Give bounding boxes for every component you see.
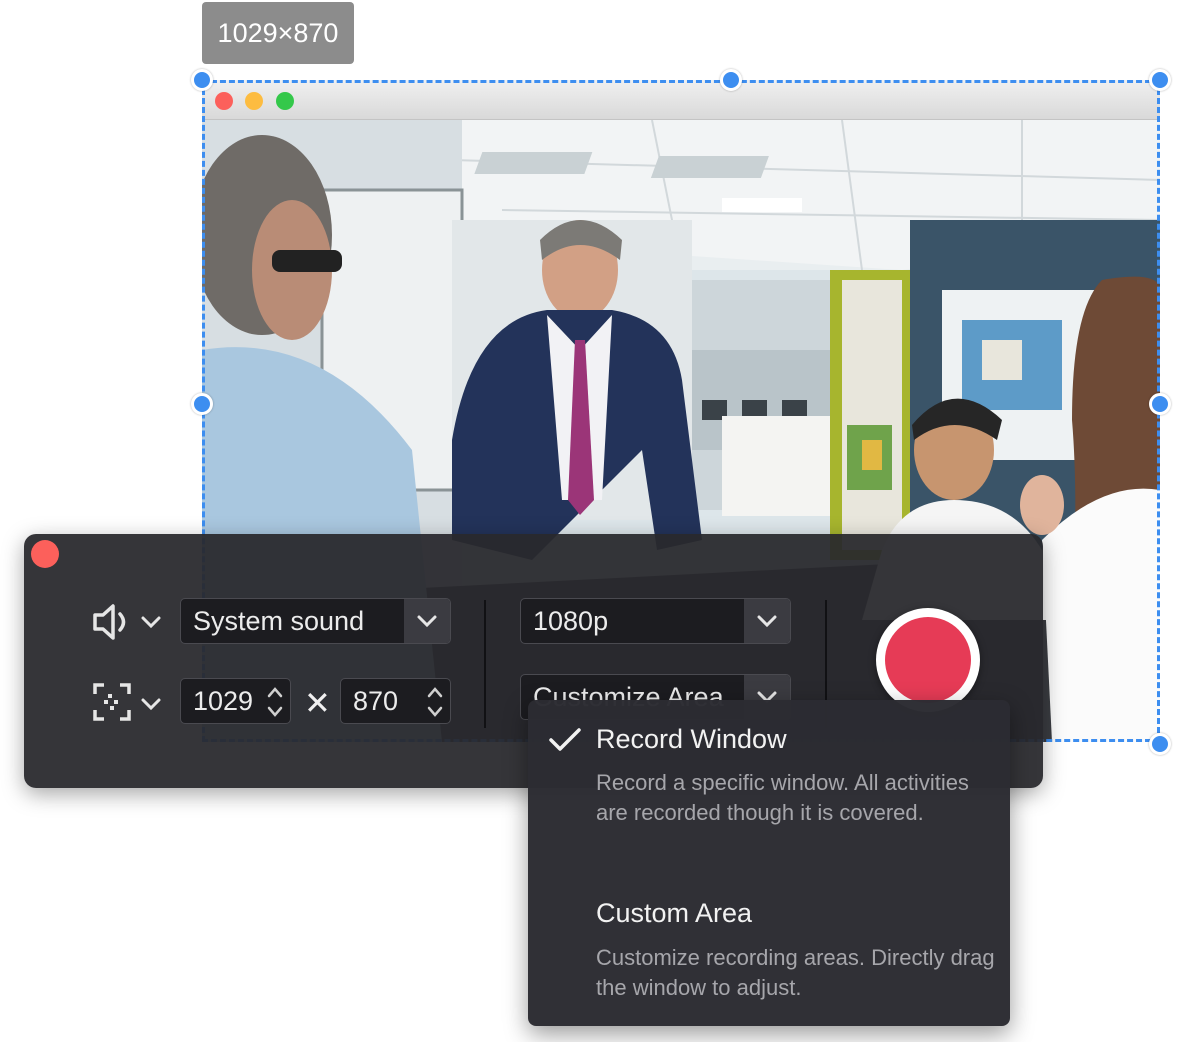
resize-handle-top[interactable] bbox=[720, 69, 742, 91]
resize-handle-left[interactable] bbox=[191, 393, 213, 415]
window-minimize-icon[interactable] bbox=[245, 92, 263, 110]
divider bbox=[484, 600, 486, 728]
menu-item-description: Record a specific window. All activities… bbox=[596, 770, 969, 825]
window-maximize-icon[interactable] bbox=[276, 92, 294, 110]
chevron-down-icon[interactable] bbox=[404, 599, 450, 643]
menu-item-description: Customize recording areas. Directly drag… bbox=[596, 945, 995, 1000]
height-field[interactable]: 870 bbox=[340, 678, 451, 724]
window-close-icon[interactable] bbox=[215, 92, 233, 110]
chevron-down-icon[interactable] bbox=[140, 696, 162, 717]
record-icon bbox=[885, 617, 971, 703]
height-value: 870 bbox=[353, 686, 399, 716]
checkmark-icon bbox=[548, 726, 582, 759]
window-titlebar bbox=[202, 80, 1160, 120]
chevron-down-icon[interactable] bbox=[744, 599, 790, 643]
width-field[interactable]: 1029 bbox=[180, 678, 291, 724]
dimension-times-symbol: ✕ bbox=[304, 685, 331, 721]
speaker-icon[interactable] bbox=[90, 600, 134, 649]
region-select-icon[interactable] bbox=[92, 682, 132, 727]
resize-handle-bottom-right[interactable] bbox=[1149, 733, 1171, 755]
resize-handle-top-left[interactable] bbox=[191, 69, 213, 91]
height-stepper-icon[interactable] bbox=[426, 683, 444, 728]
menu-item-record-window[interactable]: Record Window bbox=[596, 724, 787, 755]
audio-source-value: System sound bbox=[193, 606, 365, 636]
quality-value: 1080p bbox=[533, 606, 609, 636]
chevron-down-icon[interactable] bbox=[140, 614, 162, 635]
resize-handle-right[interactable] bbox=[1149, 393, 1171, 415]
size-label: 1029×870 bbox=[217, 17, 339, 48]
quality-select[interactable]: 1080p bbox=[520, 598, 791, 644]
audio-source-select[interactable]: System sound bbox=[180, 598, 451, 644]
resize-handle-top-right[interactable] bbox=[1149, 69, 1171, 91]
menu-item-custom-area[interactable]: Custom Area bbox=[596, 898, 752, 929]
toolbar-close-icon[interactable] bbox=[31, 540, 59, 568]
record-button[interactable] bbox=[876, 608, 980, 712]
size-badge: 1029×870 bbox=[202, 2, 354, 64]
record-mode-menu: Record Window Record a specific window. … bbox=[528, 700, 1010, 1026]
width-value: 1029 bbox=[193, 686, 254, 716]
width-stepper-icon[interactable] bbox=[266, 683, 284, 728]
